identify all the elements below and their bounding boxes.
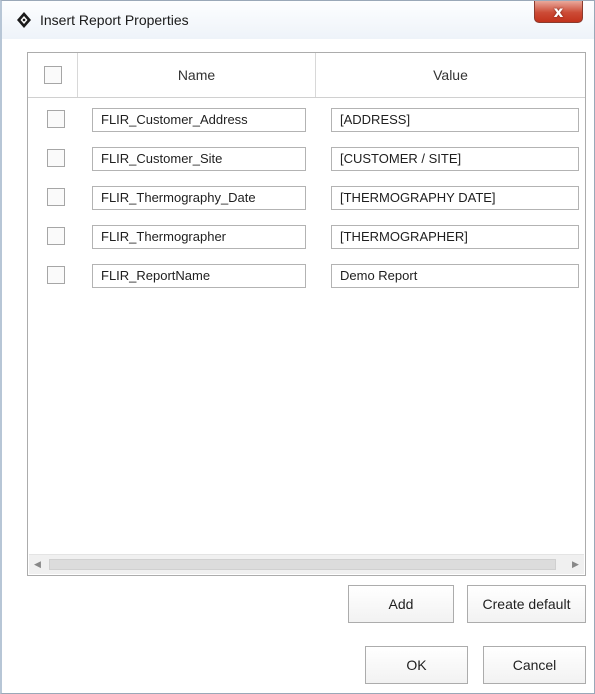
close-button[interactable]: x <box>534 1 583 23</box>
dialog-window: Insert Report Properties x Name Value FL… <box>0 0 595 694</box>
window-title: Insert Report Properties <box>40 12 189 28</box>
ok-button[interactable]: OK <box>365 646 468 684</box>
property-name-field[interactable]: FLIR_Thermography_Date <box>92 186 306 210</box>
scrollbar-thumb[interactable] <box>49 559 556 570</box>
table-row: FLIR_Thermography_Date [THERMOGRAPHY DAT… <box>28 186 585 210</box>
property-name-field[interactable]: FLIR_Customer_Site <box>92 147 306 171</box>
select-all-checkbox[interactable] <box>43 66 62 84</box>
app-icon <box>17 12 31 28</box>
row-checkbox[interactable] <box>47 110 65 128</box>
scroll-left-arrow-icon[interactable]: ◀ <box>29 555 46 574</box>
horizontal-scrollbar[interactable]: ◀ ▶ <box>29 554 584 574</box>
table-row: FLIR_Customer_Address [ADDRESS] <box>28 108 585 132</box>
grid-header: Name Value <box>28 53 585 98</box>
title-bar: Insert Report Properties x <box>2 1 594 39</box>
table-row: FLIR_ReportName Demo Report <box>28 264 585 288</box>
header-checkbox-cell <box>28 53 78 97</box>
column-header-value[interactable]: Value <box>316 53 585 97</box>
property-name-field[interactable]: FLIR_ReportName <box>92 264 306 288</box>
property-value-field[interactable]: [CUSTOMER / SITE] <box>331 147 579 171</box>
column-header-name[interactable]: Name <box>78 53 316 97</box>
property-name-field[interactable]: FLIR_Customer_Address <box>92 108 306 132</box>
row-checkbox[interactable] <box>47 227 65 245</box>
row-checkbox[interactable] <box>47 188 65 206</box>
property-value-field[interactable]: Demo Report <box>331 264 579 288</box>
scroll-right-arrow-icon[interactable]: ▶ <box>567 555 584 574</box>
close-icon: x <box>553 2 564 21</box>
cancel-button[interactable]: Cancel <box>483 646 586 684</box>
property-name-field[interactable]: FLIR_Thermographer <box>92 225 306 249</box>
table-row: FLIR_Thermographer [THERMOGRAPHER] <box>28 225 585 249</box>
property-value-field[interactable]: [THERMOGRAPHER] <box>331 225 579 249</box>
row-checkbox[interactable] <box>47 266 65 284</box>
row-checkbox[interactable] <box>47 149 65 167</box>
property-value-field[interactable]: [THERMOGRAPHY DATE] <box>331 186 579 210</box>
add-button[interactable]: Add <box>348 585 454 623</box>
property-value-field[interactable]: [ADDRESS] <box>331 108 579 132</box>
table-row: FLIR_Customer_Site [CUSTOMER / SITE] <box>28 147 585 171</box>
create-default-button[interactable]: Create default <box>467 585 586 623</box>
properties-grid: Name Value FLIR_Customer_Address [ADDRES… <box>27 52 586 576</box>
